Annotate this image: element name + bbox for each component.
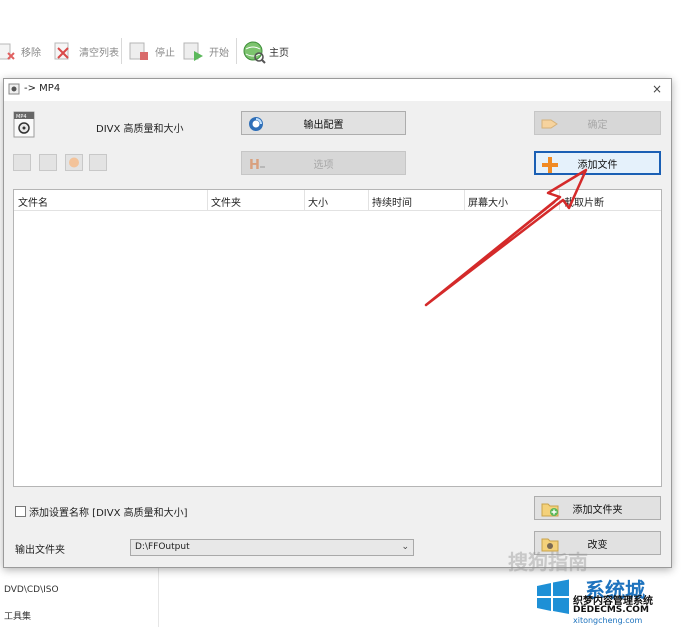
- site-url: DEDECMS.COM: [573, 605, 649, 615]
- site-domain: xitongcheng.com: [573, 616, 643, 625]
- sogou-watermark: 搜狗指南: [508, 550, 588, 574]
- red-arrow-annotation: [424, 168, 588, 307]
- windows-logo-icon: [537, 579, 569, 614]
- site-watermark: 系统城 织梦内容管理系统 DEDECMS.COM xitongcheng.com: [535, 576, 682, 627]
